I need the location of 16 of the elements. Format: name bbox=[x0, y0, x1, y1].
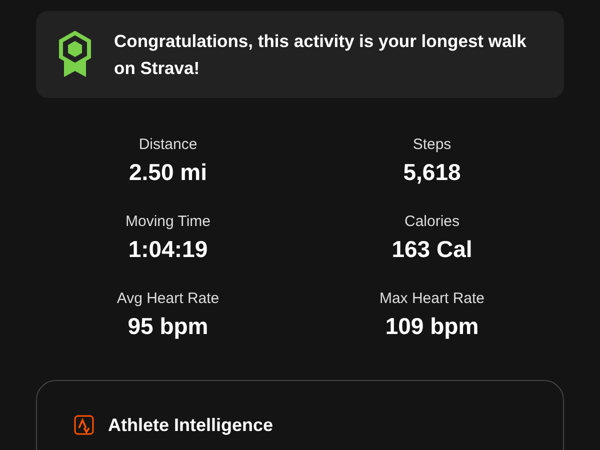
stat-label: Distance bbox=[138, 136, 198, 153]
stat-value: 109 bpm bbox=[385, 313, 479, 340]
card-title: Athlete Intelligence bbox=[108, 415, 274, 435]
logo-icon bbox=[74, 415, 94, 435]
stat-label: Calories bbox=[404, 213, 460, 230]
stat-label: Steps bbox=[412, 136, 452, 153]
badge-icon bbox=[58, 30, 92, 78]
stat-value: 1:04:19 bbox=[128, 236, 208, 263]
stat-label: Avg Heart Rate bbox=[116, 290, 220, 307]
stat-label: Max Heart Rate bbox=[379, 290, 485, 307]
stat-label: Moving Time bbox=[125, 213, 211, 230]
stat-value: 5,618 bbox=[403, 159, 461, 186]
stat-value: 2.50 mi bbox=[129, 159, 207, 186]
stat-value: 95 bpm bbox=[128, 313, 208, 340]
achievement-message: Congratulations, this activity is your longest walk on Strava! bbox=[114, 30, 528, 80]
stat-value: 163 Cal bbox=[392, 236, 472, 263]
